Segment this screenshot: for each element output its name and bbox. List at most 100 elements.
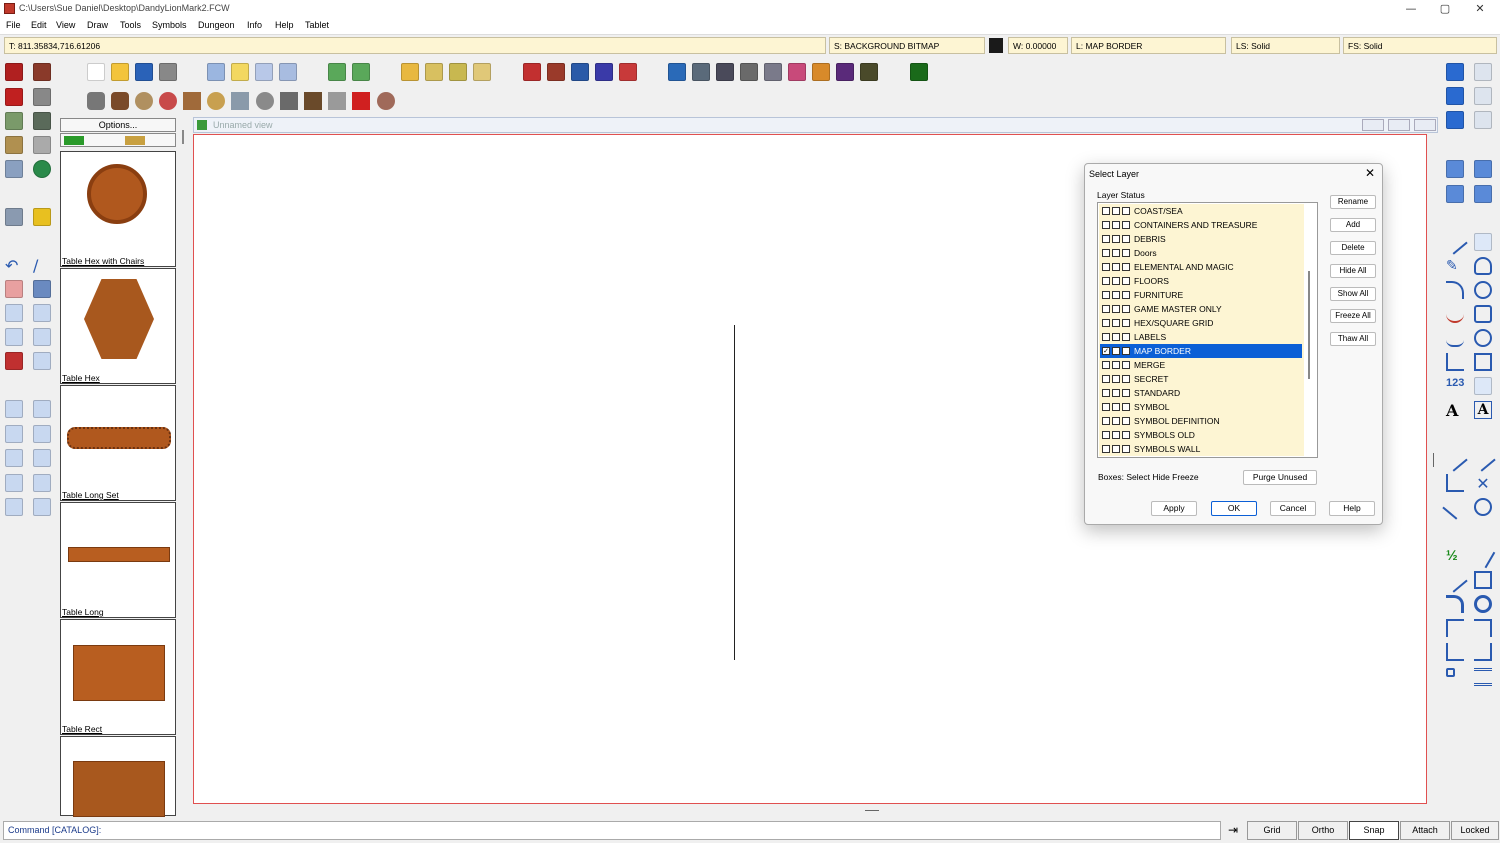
explode-icon[interactable] xyxy=(5,352,23,370)
parallel-icon[interactable] xyxy=(1470,543,1496,569)
hide-all-button[interactable]: Hide All xyxy=(1330,264,1376,278)
attach-toggle[interactable]: Attach xyxy=(1400,821,1450,840)
level-1-icon[interactable] xyxy=(910,63,928,81)
tangent-2-icon[interactable] xyxy=(1474,619,1492,637)
cancel-button[interactable]: Cancel xyxy=(1270,501,1316,516)
layer-row[interactable]: FLOORS xyxy=(1100,274,1302,288)
zoom-extents-icon[interactable] xyxy=(1446,87,1464,105)
menu-info[interactable]: Info xyxy=(247,20,262,30)
floor-tool-9-icon[interactable] xyxy=(860,63,878,81)
coords-field[interactable]: T: 811.35834,716.61206 xyxy=(4,37,826,54)
layer-list-scrollbar[interactable] xyxy=(1308,271,1310,379)
rename-button[interactable]: Rename xyxy=(1330,195,1376,209)
undo-icon[interactable]: ↶ xyxy=(5,256,23,275)
map-frame-icon[interactable] xyxy=(5,63,23,81)
dim-icon[interactable] xyxy=(1446,643,1464,661)
small-box-icon[interactable] xyxy=(1446,668,1455,677)
rect-select-icon[interactable] xyxy=(5,474,23,492)
stairs-icon[interactable] xyxy=(280,92,298,110)
layers-icon[interactable] xyxy=(33,208,51,226)
trap-icon[interactable] xyxy=(33,112,51,130)
resize-grip-vertical[interactable] xyxy=(1433,453,1434,467)
print-icon[interactable] xyxy=(159,63,177,81)
corner-icon[interactable] xyxy=(5,88,23,106)
dialog-close-icon[interactable]: ✕ xyxy=(1365,166,1375,180)
layer-row[interactable]: Doors xyxy=(1100,246,1302,260)
array-icon[interactable] xyxy=(33,304,51,322)
hatch-icon[interactable] xyxy=(1474,668,1492,686)
text-style-icon[interactable] xyxy=(33,400,51,418)
options-button[interactable]: Options... xyxy=(60,118,176,132)
fill-icon[interactable] xyxy=(33,280,51,298)
list-icon[interactable] xyxy=(255,63,273,81)
symbol-insert-icon[interactable] xyxy=(1474,377,1492,395)
divide-icon[interactable] xyxy=(33,449,51,467)
catalog-scrollbar[interactable] xyxy=(182,130,184,144)
fillet-icon[interactable] xyxy=(1446,595,1464,613)
circle-tool-icon[interactable] xyxy=(1474,281,1492,299)
table-icon[interactable] xyxy=(183,92,201,110)
spline-tool-icon[interactable] xyxy=(1446,329,1464,347)
layer-row[interactable]: MERGE xyxy=(1100,358,1302,372)
menu-symbols[interactable]: Symbols xyxy=(152,20,187,30)
debris-icon[interactable] xyxy=(135,92,153,110)
curve-tool-icon[interactable] xyxy=(1446,305,1464,323)
catalog-item[interactable]: Table Rect xyxy=(60,619,176,735)
copy-view-icon[interactable] xyxy=(1446,160,1464,178)
resize-grip[interactable] xyxy=(865,810,879,811)
refresh-icon[interactable] xyxy=(33,160,51,178)
ok-button[interactable]: OK xyxy=(1211,501,1257,516)
close-button[interactable]: ✕ xyxy=(1463,0,1497,17)
delete-button[interactable]: Delete xyxy=(1330,241,1376,255)
path-tool-icon[interactable] xyxy=(1474,305,1492,323)
layer-row[interactable]: ELEMENTAL AND MAGIC xyxy=(1100,260,1302,274)
catalog-item[interactable]: Table Hex xyxy=(60,268,176,384)
menu-tools[interactable]: Tools xyxy=(120,20,141,30)
color-swatch[interactable] xyxy=(989,38,1003,53)
mirror-icon[interactable] xyxy=(33,328,51,346)
catalog-prev-icon[interactable] xyxy=(449,63,467,81)
xy-icon[interactable] xyxy=(33,425,51,443)
zoom-in-icon[interactable] xyxy=(1474,63,1492,81)
scale-icon[interactable] xyxy=(5,400,23,418)
width-field[interactable]: W: 0.00000 xyxy=(1008,37,1068,54)
enter-icon[interactable]: ⇥ xyxy=(1228,823,1245,837)
window-icon[interactable] xyxy=(33,474,51,492)
snap-end-icon[interactable] xyxy=(1470,446,1496,472)
maximize-button[interactable]: ▢ xyxy=(1428,0,1462,17)
sword-icon[interactable] xyxy=(328,92,346,110)
new-file-icon[interactable] xyxy=(87,63,105,81)
text-box-icon[interactable]: A xyxy=(1474,401,1492,419)
menu-edit[interactable]: Edit xyxy=(31,20,47,30)
layer-row-selected[interactable]: ✓ MAP BORDER xyxy=(1100,344,1302,358)
wall-tool-5-icon[interactable] xyxy=(619,63,637,81)
floor-tool-4-icon[interactable] xyxy=(740,63,758,81)
layer-row[interactable]: HEX/SQUARE GRID xyxy=(1100,316,1302,330)
donut-icon[interactable] xyxy=(1474,595,1492,613)
trim-icon[interactable] xyxy=(5,425,23,443)
floor-tool-8-icon[interactable] xyxy=(836,63,854,81)
floor-tool-6-icon[interactable] xyxy=(788,63,806,81)
line-style-field[interactable]: LS: Solid xyxy=(1231,37,1340,54)
zoom-window-icon[interactable] xyxy=(1446,63,1464,81)
floor-tool-2-icon[interactable] xyxy=(692,63,710,81)
layer-row[interactable]: SYMBOL DEFINITION xyxy=(1100,414,1302,428)
cross-icon[interactable] xyxy=(231,92,249,110)
ellipse-tool-icon[interactable] xyxy=(1474,329,1492,347)
catalog-next-icon[interactable] xyxy=(425,63,443,81)
menu-draw[interactable]: Draw xyxy=(87,20,108,30)
barrel-icon[interactable] xyxy=(111,92,129,110)
snap-intersect-icon[interactable]: ✕ xyxy=(1474,474,1492,493)
layer-row[interactable]: GAME MASTER ONLY xyxy=(1100,302,1302,316)
catalog-open-icon[interactable] xyxy=(64,136,84,145)
export-icon[interactable] xyxy=(352,63,370,81)
catalog-icon[interactable] xyxy=(401,63,419,81)
intersect-icon[interactable] xyxy=(33,498,51,516)
layer-row[interactable]: CONTAINERS AND TREASURE xyxy=(1100,218,1302,232)
edit-list-icon[interactable] xyxy=(279,63,297,81)
snap-toggle[interactable]: Snap xyxy=(1349,821,1399,840)
numbering-icon[interactable]: 123 xyxy=(1446,377,1464,395)
floor-tool-3-icon[interactable] xyxy=(716,63,734,81)
zoom-prev-icon[interactable] xyxy=(1474,111,1492,129)
arc-tool-icon[interactable] xyxy=(1446,281,1464,299)
